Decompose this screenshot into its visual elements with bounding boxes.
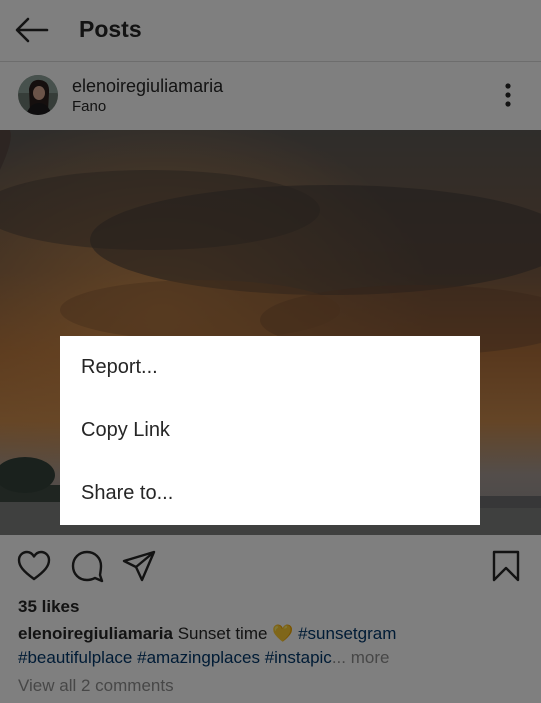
menu-item-report[interactable]: Report... bbox=[60, 336, 480, 399]
options-dialog: Report... Copy Link Share to... bbox=[60, 336, 480, 525]
menu-item-share-to[interactable]: Share to... bbox=[60, 462, 480, 525]
menu-item-copy-link[interactable]: Copy Link bbox=[60, 399, 480, 462]
